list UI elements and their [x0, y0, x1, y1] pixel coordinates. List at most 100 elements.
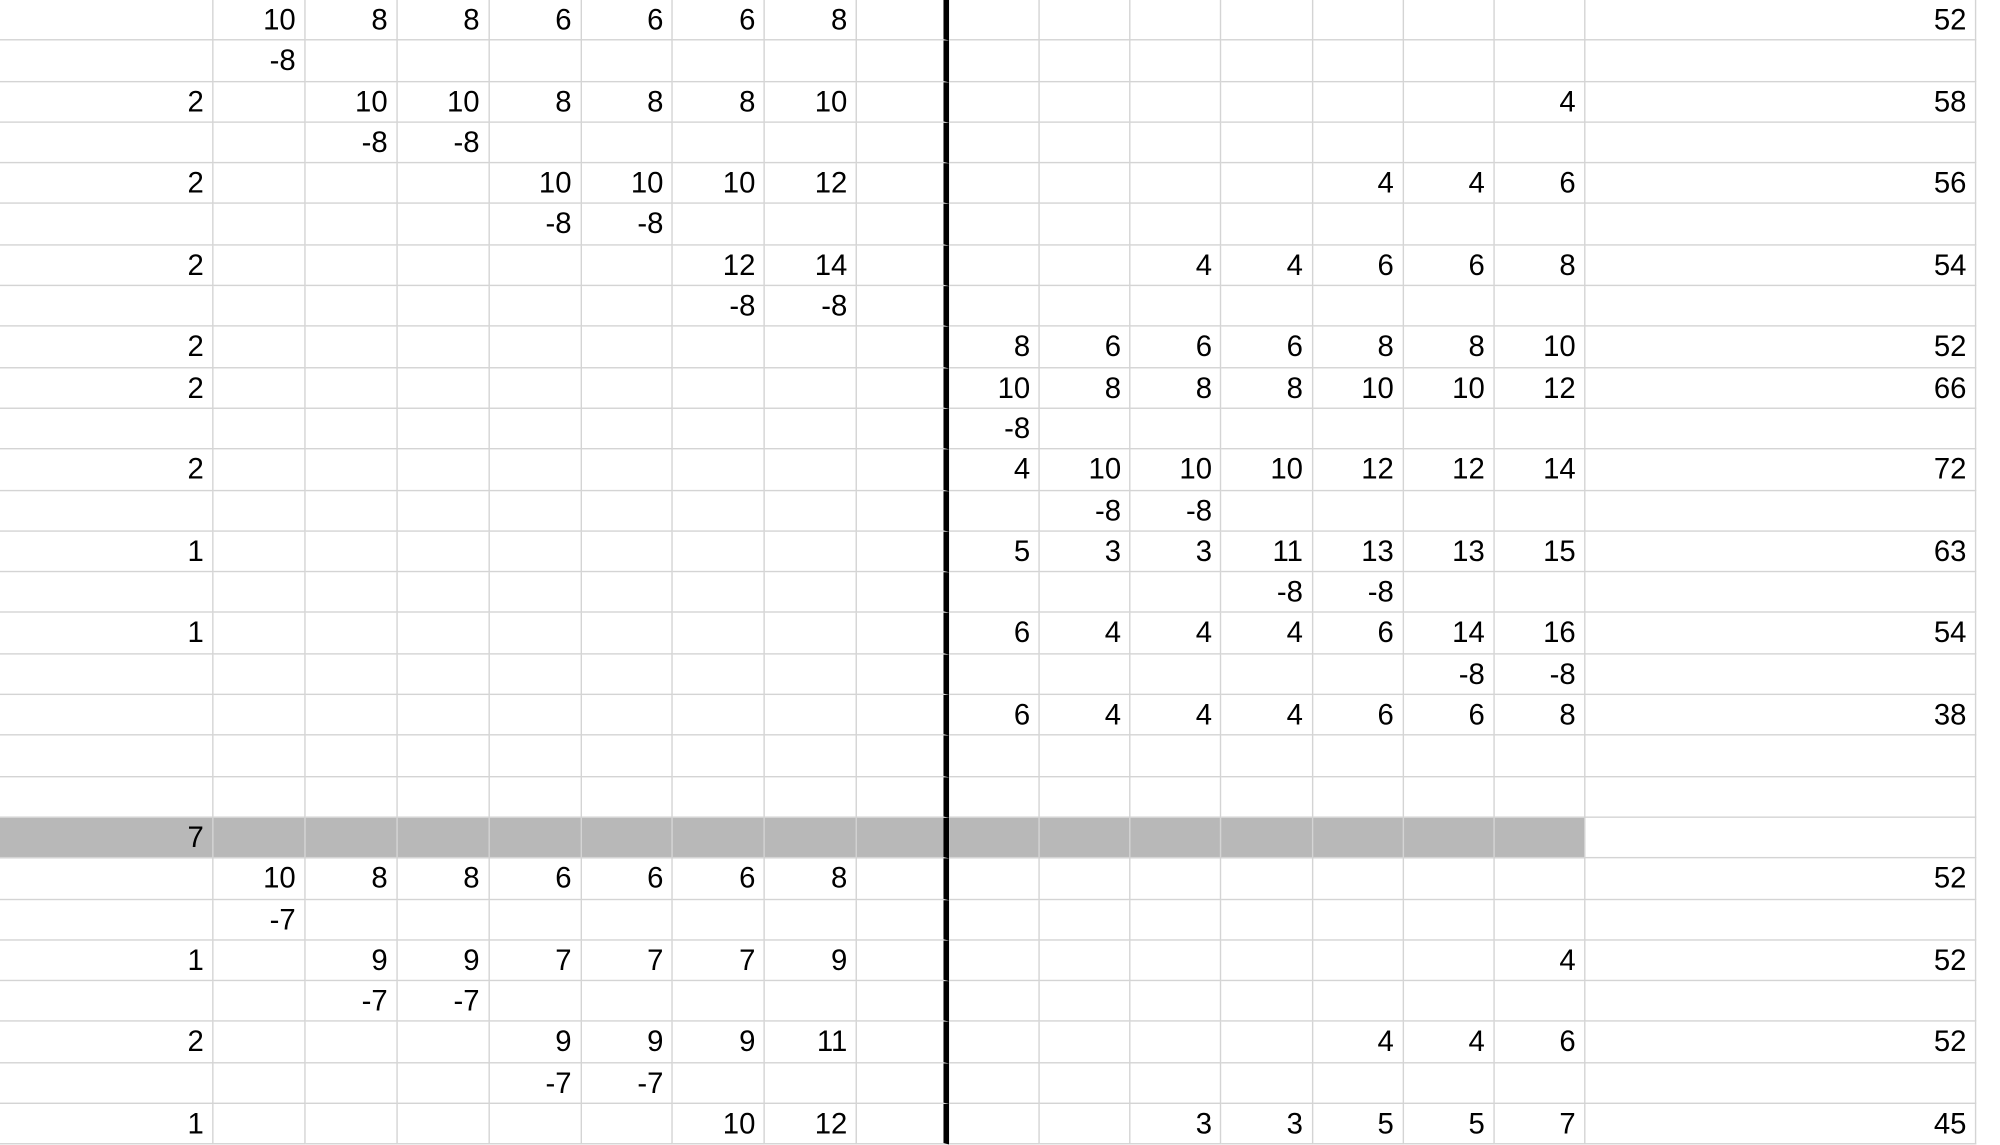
cell-r10-c0[interactable]: [0, 409, 214, 450]
cell-r7-c11[interactable]: [1131, 286, 1222, 327]
cell-r21-c11[interactable]: [1131, 859, 1222, 900]
cell-r23-c14[interactable]: [1404, 940, 1495, 981]
cell-r25-c8[interactable]: [857, 1022, 949, 1063]
cell-r9-c13[interactable]: 10: [1313, 368, 1404, 409]
cell-r18-c16[interactable]: [1585, 736, 1976, 777]
cell-r22-c9[interactable]: [949, 900, 1040, 941]
cell-r26-c8[interactable]: [857, 1063, 949, 1104]
cell-r9-c10[interactable]: 8: [1040, 368, 1131, 409]
cell-r21-c13[interactable]: [1313, 859, 1404, 900]
cell-r1-c4[interactable]: [489, 41, 581, 82]
cell-r11-c4[interactable]: [489, 450, 581, 491]
cell-r24-c16[interactable]: [1585, 981, 1976, 1022]
cell-r17-c10[interactable]: 4: [1040, 695, 1131, 736]
cell-r16-c0[interactable]: [0, 654, 214, 695]
cell-r19-c15[interactable]: [1495, 777, 1586, 818]
cell-r0-c3[interactable]: 8: [397, 0, 489, 41]
cell-r22-c12[interactable]: [1222, 900, 1313, 941]
cell-r2-c3[interactable]: 10: [397, 82, 489, 123]
cell-r2-c10[interactable]: [1040, 82, 1131, 123]
cell-r20-c7[interactable]: [765, 818, 857, 859]
cell-r15-c8[interactable]: [857, 613, 949, 654]
cell-r23-c0[interactable]: 1: [0, 940, 214, 981]
cell-r5-c9[interactable]: [949, 204, 1040, 245]
cell-r8-c13[interactable]: 8: [1313, 327, 1404, 368]
cell-r15-c2[interactable]: [305, 613, 397, 654]
cell-r18-c1[interactable]: [214, 736, 306, 777]
cell-r19-c7[interactable]: [765, 777, 857, 818]
cell-r21-c4[interactable]: 6: [489, 859, 581, 900]
cell-r8-c12[interactable]: 6: [1222, 327, 1313, 368]
cell-r17-c6[interactable]: [673, 695, 765, 736]
cell-r4-c2[interactable]: [305, 164, 397, 205]
cell-r15-c7[interactable]: [765, 613, 857, 654]
cell-r4-c12[interactable]: [1222, 164, 1313, 205]
cell-r6-c12[interactable]: 4: [1222, 245, 1313, 286]
cell-r3-c12[interactable]: [1222, 123, 1313, 164]
cell-r3-c16[interactable]: [1585, 123, 1976, 164]
cell-r3-c3[interactable]: -8: [397, 123, 489, 164]
cell-r5-c8[interactable]: [857, 204, 949, 245]
cell-r12-c12[interactable]: [1222, 491, 1313, 532]
cell-r0-c4[interactable]: 6: [489, 0, 581, 41]
cell-r16-c16[interactable]: [1585, 654, 1976, 695]
cell-r16-c8[interactable]: [857, 654, 949, 695]
cell-r26-c5[interactable]: -7: [581, 1063, 673, 1104]
cell-r0-c12[interactable]: [1222, 0, 1313, 41]
cell-r7-c13[interactable]: [1313, 286, 1404, 327]
cell-r3-c10[interactable]: [1040, 123, 1131, 164]
cell-r22-c5[interactable]: [581, 900, 673, 941]
cell-r25-c5[interactable]: 9: [581, 1022, 673, 1063]
cell-r23-c16[interactable]: 52: [1585, 940, 1976, 981]
cell-r12-c4[interactable]: [489, 491, 581, 532]
cell-r14-c8[interactable]: [857, 572, 949, 613]
cell-r7-c7[interactable]: -8: [765, 286, 857, 327]
cell-r27-c1[interactable]: [214, 1104, 306, 1145]
cell-r5-c12[interactable]: [1222, 204, 1313, 245]
cell-r19-c14[interactable]: [1404, 777, 1495, 818]
cell-r6-c1[interactable]: [214, 245, 306, 286]
cell-r2-c15[interactable]: 4: [1495, 82, 1586, 123]
cell-r8-c15[interactable]: 10: [1495, 327, 1586, 368]
cell-r9-c5[interactable]: [581, 368, 673, 409]
cell-r22-c2[interactable]: [305, 900, 397, 941]
cell-r6-c2[interactable]: [305, 245, 397, 286]
cell-r8-c4[interactable]: [489, 327, 581, 368]
cell-r0-c11[interactable]: [1131, 0, 1222, 41]
cell-r1-c0[interactable]: [0, 41, 214, 82]
cell-r24-c9[interactable]: [949, 981, 1040, 1022]
cell-r23-c8[interactable]: [857, 940, 949, 981]
cell-r27-c0[interactable]: 1: [0, 1104, 214, 1145]
cell-r23-c7[interactable]: 9: [765, 940, 857, 981]
cell-r21-c8[interactable]: [857, 859, 949, 900]
cell-r7-c14[interactable]: [1404, 286, 1495, 327]
cell-r6-c3[interactable]: [397, 245, 489, 286]
cell-r8-c9[interactable]: 8: [949, 327, 1040, 368]
cell-r7-c10[interactable]: [1040, 286, 1131, 327]
cell-r2-c9[interactable]: [949, 82, 1040, 123]
cell-r14-c15[interactable]: [1495, 572, 1586, 613]
cell-r27-c15[interactable]: 7: [1495, 1104, 1586, 1145]
cell-r19-c16[interactable]: [1585, 777, 1976, 818]
cell-r4-c5[interactable]: 10: [581, 164, 673, 205]
cell-r12-c10[interactable]: -8: [1040, 491, 1131, 532]
cell-r20-c16[interactable]: [1585, 818, 1976, 859]
cell-r23-c9[interactable]: [949, 940, 1040, 981]
cell-r12-c8[interactable]: [857, 491, 949, 532]
cell-r15-c9[interactable]: 6: [949, 613, 1040, 654]
cell-r23-c13[interactable]: [1313, 940, 1404, 981]
cell-r12-c3[interactable]: [397, 491, 489, 532]
cell-r3-c1[interactable]: [214, 123, 306, 164]
cell-r25-c7[interactable]: 11: [765, 1022, 857, 1063]
cell-r14-c16[interactable]: [1585, 572, 1976, 613]
cell-r8-c1[interactable]: [214, 327, 306, 368]
cell-r13-c8[interactable]: [857, 532, 949, 573]
cell-r18-c15[interactable]: [1495, 736, 1586, 777]
cell-r13-c15[interactable]: 15: [1495, 532, 1586, 573]
cell-r21-c7[interactable]: 8: [765, 859, 857, 900]
cell-r6-c5[interactable]: [581, 245, 673, 286]
cell-r11-c12[interactable]: 10: [1222, 450, 1313, 491]
cell-r7-c3[interactable]: [397, 286, 489, 327]
cell-r2-c6[interactable]: 8: [673, 82, 765, 123]
cell-r6-c16[interactable]: 54: [1585, 245, 1976, 286]
